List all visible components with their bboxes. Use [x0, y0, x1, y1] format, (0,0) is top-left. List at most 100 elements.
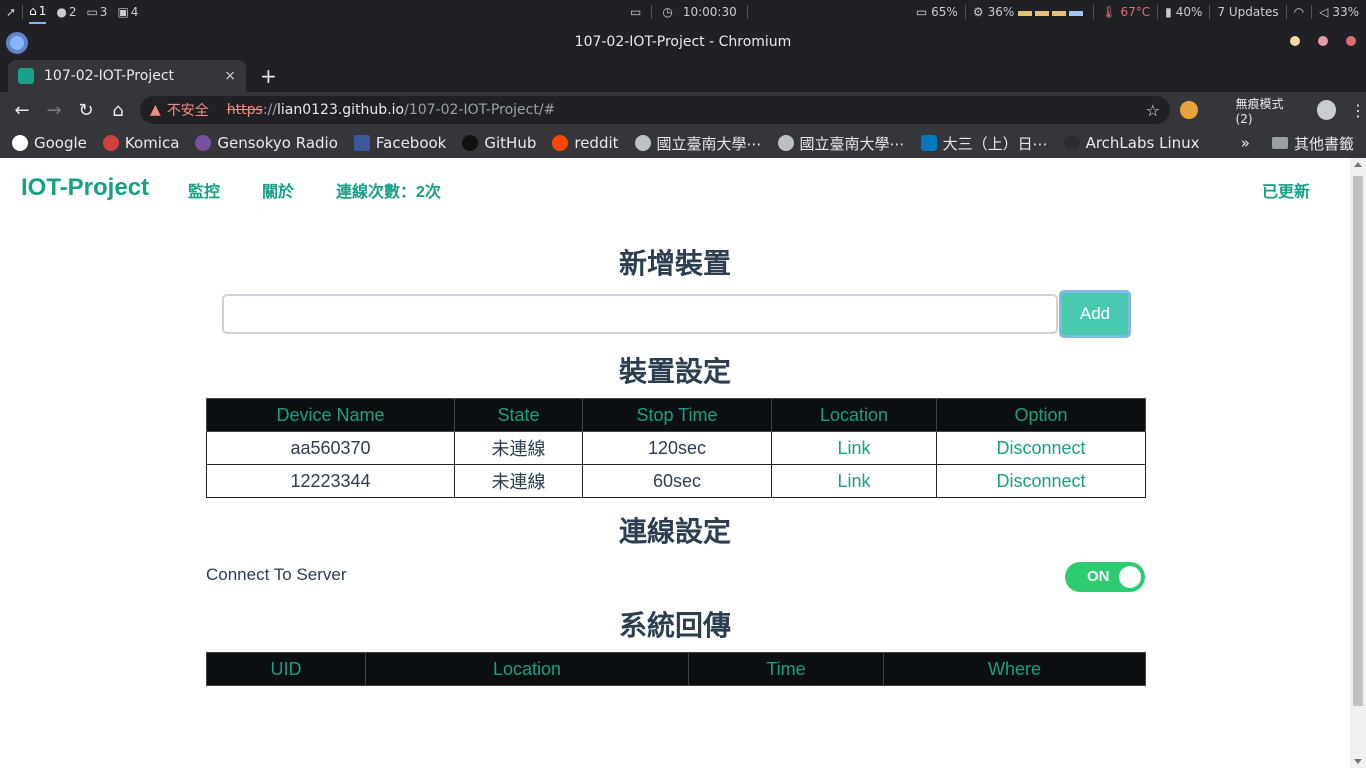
cpu-usage: 36%: [987, 5, 1015, 19]
battery-icon: ▭: [915, 5, 928, 19]
nav-monitor-link[interactable]: 監控: [188, 178, 220, 202]
column-state: State: [454, 398, 583, 432]
clock-icon: ◷: [662, 5, 673, 19]
maximize-button[interactable]: [1318, 36, 1328, 46]
disconnect-link[interactable]: Disconnect: [936, 431, 1146, 465]
location-link[interactable]: Link: [771, 464, 937, 498]
add-device-heading: 新增裝置: [618, 248, 731, 279]
reddit-icon: [552, 135, 569, 151]
table-header-row: Device Name State Stop Time Location Opt…: [206, 398, 1146, 432]
bookmark-star-icon[interactable]: ☆: [1146, 101, 1160, 120]
brand-logo[interactable]: IOT-Project: [21, 174, 149, 202]
updated-status: 已更新: [1262, 184, 1311, 201]
bookmark-reddit[interactable]: reddit: [552, 134, 619, 152]
workspace-1[interactable]: ⌂ 1: [29, 0, 47, 24]
table-row: aa560370 未連線 120sec Link Disconnect: [206, 431, 1146, 465]
url-host: lian0123.github.io: [276, 102, 405, 118]
system-return-table: UID Location Time Where: [206, 652, 1146, 686]
address-bar[interactable]: ▲ 不安全 https://lian0123.github.io/107-02-…: [140, 96, 1170, 124]
page-scrollbar[interactable]: [1350, 158, 1366, 768]
volume-icon[interactable]: ◁: [1319, 5, 1328, 19]
toggle-state-label: ON: [1087, 568, 1110, 585]
workspace-2[interactable]: ● 2: [56, 5, 76, 19]
favicon-icon: [18, 68, 34, 84]
browser-toolbar: ← → ↻ ⌂ ▲ 不安全 https://lian0123.github.io…: [0, 92, 1366, 128]
connection-count: 連線次數：2次: [336, 184, 441, 201]
url-separator: ://: [262, 102, 277, 118]
add-device-button[interactable]: Add: [1059, 290, 1131, 338]
globe-icon: [777, 135, 794, 151]
device-name: aa560370: [206, 431, 455, 465]
minimize-button[interactable]: [1290, 36, 1300, 46]
device-settings-table: Device Name State Stop Time Location Opt…: [206, 398, 1146, 498]
scroll-up-arrow-icon[interactable]: [1354, 162, 1362, 167]
menu-kebab-icon[interactable]: ⋮: [1350, 101, 1366, 120]
column-location: Location: [365, 652, 689, 686]
device-stop-time: 60sec: [582, 464, 772, 498]
home-icon[interactable]: ⌂: [102, 100, 134, 121]
tab-label: 107-02-IOT-Project: [44, 68, 175, 84]
launcher-icon[interactable]: ➚: [0, 0, 22, 24]
bookmark-github[interactable]: GitHub: [462, 134, 536, 152]
archlabs-icon: [1063, 135, 1080, 151]
cpu-icon: ⚙: [972, 5, 984, 19]
memory-icon: ▮: [1165, 5, 1172, 19]
device-name-input[interactable]: [222, 294, 1058, 334]
other-bookmarks[interactable]: 其他書籤: [1271, 133, 1354, 154]
extension-icon[interactable]: [1180, 101, 1198, 119]
column-option: Option: [936, 398, 1146, 432]
scroll-down-arrow-icon[interactable]: [1354, 759, 1362, 764]
system-top-bar: ➚ ⌂ 1 ● 2 ▭ 3 ▣ 4 ▭ ◷ 10:00:30 ▭ 65% ⚙ 36% 🌡 67…: [0, 0, 1366, 24]
globe-icon: [634, 135, 651, 151]
tab-close-icon[interactable]: ×: [224, 68, 236, 84]
github-icon: [462, 135, 479, 151]
tab-iot-project[interactable]: 107-02-IOT-Project ×: [8, 60, 246, 92]
new-tab-button[interactable]: +: [260, 64, 277, 88]
back-arrow-icon[interactable]: ←: [6, 100, 38, 121]
device-name: 12223344: [206, 464, 455, 498]
window-icon: ▭: [630, 5, 642, 19]
toggle-knob: [1119, 566, 1141, 588]
incognito-icon[interactable]: [1316, 100, 1336, 120]
workspace-4[interactable]: ▣ 4: [117, 5, 138, 19]
reload-icon[interactable]: ↻: [70, 100, 102, 121]
wifi-icon[interactable]: ◠: [1287, 0, 1311, 24]
bookmarks-bar: Google Komica Gensokyo Radio Facebook Gi…: [0, 128, 1366, 158]
bookmark-komica[interactable]: Komica: [102, 134, 179, 152]
forward-arrow-icon[interactable]: →: [38, 100, 70, 121]
browser-title-bar: 107-02-IOT-Project - Chromium: [0, 24, 1366, 58]
device-stop-time: 120sec: [582, 431, 772, 465]
folder-icon: [1271, 137, 1288, 149]
workspace-3[interactable]: ▭ 3: [86, 5, 107, 19]
bookmarks-overflow-chevron[interactable]: »: [1241, 134, 1250, 152]
memory-usage: 40%: [1175, 5, 1203, 19]
volume-level: 33%: [1332, 5, 1359, 19]
column-time: Time: [688, 652, 884, 686]
disconnect-link[interactable]: Disconnect: [936, 464, 1146, 498]
bookmark-archlabs[interactable]: ArchLabs Linux: [1063, 134, 1200, 152]
updates-indicator[interactable]: 7 Updates: [1210, 0, 1285, 24]
bookmark-trello[interactable]: 大三（上）日⋯: [920, 133, 1048, 154]
bookmark-facebook[interactable]: Facebook: [353, 134, 446, 152]
scrollbar-thumb[interactable]: [1353, 176, 1363, 706]
gensokyo-radio-icon: [195, 135, 212, 151]
bookmark-google[interactable]: Google: [12, 134, 87, 152]
connect-to-server-toggle[interactable]: ON: [1065, 562, 1145, 592]
close-window-button[interactable]: [1346, 36, 1356, 46]
location-link[interactable]: Link: [771, 431, 937, 465]
connect-to-server-label: Connect To Server: [206, 565, 347, 584]
warning-icon[interactable]: ▲: [150, 102, 161, 118]
bookmark-nutn-2[interactable]: 國立臺南大學⋯: [777, 133, 905, 154]
table-row: 12223344 未連線 60sec Link Disconnect: [206, 464, 1146, 498]
tab-strip: 107-02-IOT-Project × +: [0, 58, 1366, 92]
bookmark-gensokyo-radio[interactable]: Gensokyo Radio: [195, 134, 338, 152]
security-label[interactable]: 不安全: [167, 100, 209, 120]
bookmark-nutn-1[interactable]: 國立臺南大學⋯: [634, 133, 762, 154]
workspace-switcher[interactable]: ⌂ 1 ● 2 ▭ 3 ▣ 4: [23, 0, 144, 24]
battery-level: 65%: [931, 5, 958, 19]
column-stop-time: Stop Time: [582, 398, 772, 432]
window-title: 107-02-IOT-Project - Chromium: [574, 34, 792, 50]
device-settings-heading: 裝置設定: [618, 356, 731, 387]
nav-about-link[interactable]: 關於: [262, 178, 294, 202]
column-device-name: Device Name: [206, 398, 455, 432]
